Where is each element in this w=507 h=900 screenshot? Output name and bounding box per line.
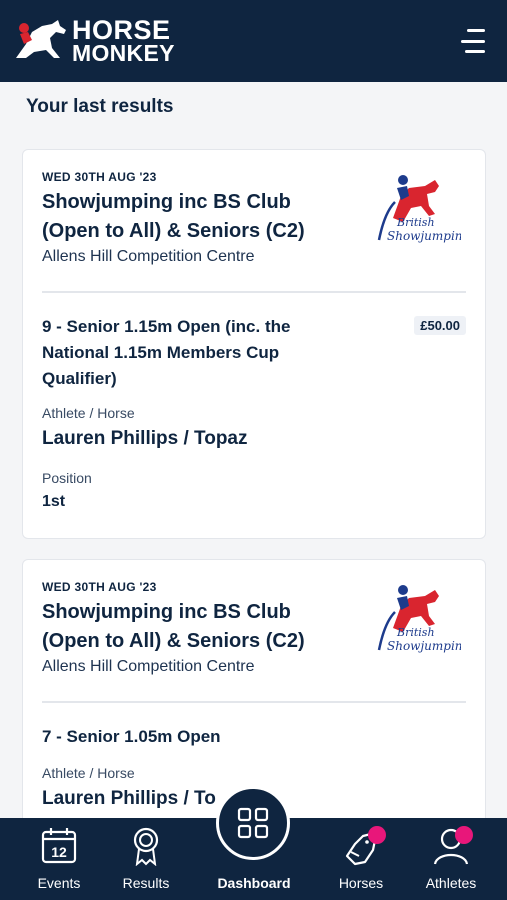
athlete-horse-label: Athlete / Horse	[42, 405, 135, 421]
bs-logo-line-2: Showjumping	[387, 639, 461, 653]
logo-line-2: MONKEY	[72, 39, 175, 66]
bs-logo-line-1: British	[396, 216, 435, 229]
rosette-icon	[133, 827, 159, 866]
tab-results[interactable]: Results	[101, 818, 191, 900]
british-showjumping-logo: British Showjumping	[377, 585, 461, 653]
hamburger-menu-icon[interactable]	[455, 29, 485, 53]
tab-dashboard-label: Dashboard	[217, 875, 291, 891]
section-title: Your last results	[26, 96, 174, 117]
class-name: 7 - Senior 1.05m Open	[42, 727, 221, 746]
tab-horses[interactable]: Horses	[316, 818, 406, 900]
position-value: 1st	[42, 493, 66, 510]
tab-athletes-label: Athletes	[425, 875, 477, 891]
horse-monkey-logo[interactable]: HORSE MONKEY	[12, 17, 175, 66]
card-divider	[42, 701, 466, 703]
calendar-day: 12	[51, 844, 67, 860]
venue-name: Allens Hill Competition Centre	[42, 248, 255, 265]
athlete-horse-value: Lauren Phillips / Topaz	[42, 428, 248, 449]
app-header: HORSE MONKEY	[0, 0, 507, 82]
venue-name: Allens Hill Competition Centre	[42, 658, 255, 675]
tab-dashboard[interactable]: Dashboard	[208, 786, 300, 900]
athlete-horse-label: Athlete / Horse	[42, 765, 135, 781]
horses-notification-dot	[368, 826, 386, 844]
british-showjumping-logo: British Showjumping	[377, 175, 461, 243]
logo-wordmark: HORSE MONKEY	[72, 17, 175, 66]
dashboard-button[interactable]	[216, 786, 290, 860]
bs-logo-line-2: Showjumping	[387, 229, 461, 243]
tab-events[interactable]: 12 Events	[14, 818, 104, 900]
competition-title: Showjumping inc BS Club (Open to All) & …	[42, 191, 305, 242]
tab-results-label: Results	[122, 875, 170, 891]
athlete-horse-value: Lauren Phillips / To	[42, 788, 216, 809]
grid-icon	[237, 807, 269, 839]
athletes-notification-dot	[455, 826, 473, 844]
card-divider	[42, 291, 466, 293]
competition-title: Showjumping inc BS Club (Open to All) & …	[42, 601, 305, 652]
result-date: WED 30TH AUG '23	[42, 580, 157, 594]
class-name: 9 - Senior 1.15m Open (inc. the National…	[42, 317, 291, 388]
position-label: Position	[42, 470, 92, 486]
calendar-icon: 12	[41, 828, 77, 864]
tab-horses-label: Horses	[338, 875, 384, 891]
prize-badge: £50.00	[414, 316, 466, 335]
result-card[interactable]: WED 30TH AUG '23 Showjumping inc BS Club…	[22, 149, 486, 539]
tab-events-label: Events	[37, 875, 81, 891]
tab-athletes[interactable]: Athletes	[406, 818, 496, 900]
horse-logo-icon	[16, 20, 66, 58]
bottom-tab-bar: 12 Events Results Dashboard Horses Athle…	[0, 786, 507, 900]
result-date: WED 30TH AUG '23	[42, 170, 157, 184]
bs-logo-line-1: British	[396, 626, 435, 639]
